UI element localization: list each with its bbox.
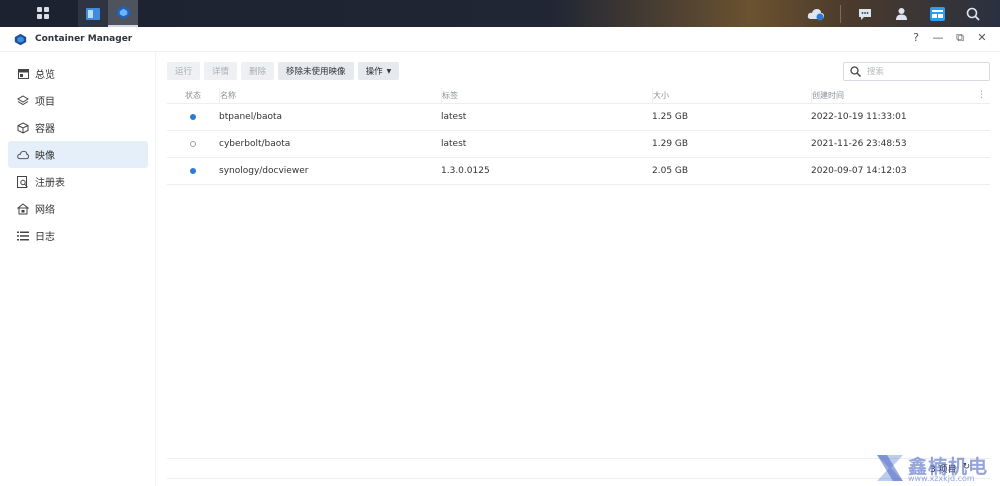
sidebar-item-network[interactable]: 网络 bbox=[8, 195, 148, 222]
search-icon bbox=[966, 7, 980, 21]
watermark-url: www.xzxkjd.com bbox=[908, 474, 975, 483]
user-icon bbox=[895, 8, 907, 20]
overview-icon bbox=[17, 68, 29, 80]
taskbar-app-file-station[interactable] bbox=[78, 0, 108, 27]
messages-button[interactable] bbox=[850, 0, 880, 27]
column-menu-icon[interactable]: ⋮ bbox=[977, 90, 986, 100]
image-size: 1.29 GB bbox=[652, 139, 689, 149]
file-station-icon bbox=[86, 7, 100, 20]
chat-icon bbox=[859, 8, 871, 20]
image-created: 2022-10-19 11:33:01 bbox=[811, 112, 907, 122]
image-size: 2.05 GB bbox=[652, 166, 689, 176]
status-running-icon bbox=[190, 168, 196, 174]
app-title: Container Manager bbox=[35, 34, 133, 44]
table-footer-divider bbox=[167, 458, 990, 459]
toolbar: 运行 详情 删除 移除未使用映像 操作 ▼ bbox=[167, 62, 400, 80]
user-button[interactable] bbox=[886, 0, 916, 27]
taskbar-separator bbox=[840, 4, 841, 23]
delete-button[interactable]: 删除 bbox=[241, 62, 275, 80]
search-input[interactable] bbox=[867, 66, 977, 77]
table-row[interactable]: cyberbolt/baota latest 1.29 GB 2021-11-2… bbox=[167, 131, 990, 158]
window-bottom-divider bbox=[167, 478, 990, 479]
window-titlebar[interactable]: Container Manager ? — ⧉ ✕ bbox=[0, 27, 1000, 52]
sidebar-item-registry[interactable]: 注册表 bbox=[8, 168, 148, 195]
search-taskbar-button[interactable] bbox=[958, 0, 988, 27]
main-menu-button[interactable] bbox=[28, 0, 58, 27]
box-icon bbox=[17, 121, 29, 134]
sidebar-item-containers[interactable]: 容器 bbox=[8, 114, 148, 141]
header-tag[interactable]: 标签 bbox=[441, 87, 652, 104]
action-label: 操作 bbox=[365, 67, 383, 77]
status-cell bbox=[167, 114, 219, 120]
cloud-sync-button[interactable] bbox=[801, 0, 831, 27]
sidebar-item-label: 注册表 bbox=[35, 178, 65, 189]
registry-search-icon bbox=[17, 175, 29, 188]
sidebar-item-label: 总览 bbox=[35, 70, 55, 81]
sidebar-item-label: 网络 bbox=[35, 205, 55, 216]
window-controls: ? — ⧉ ✕ bbox=[910, 31, 988, 45]
search-icon bbox=[850, 66, 861, 77]
header-created[interactable]: 创建时间 bbox=[811, 87, 981, 104]
header-size[interactable]: 大小 bbox=[652, 87, 811, 104]
minimize-button[interactable]: — bbox=[932, 31, 944, 45]
header-status[interactable]: 状态 bbox=[167, 90, 219, 101]
sidebar-item-overview[interactable]: 总览 bbox=[8, 60, 148, 87]
details-button[interactable]: 详情 bbox=[204, 62, 238, 80]
sidebar-item-label: 映像 bbox=[35, 151, 55, 162]
sidebar-item-projects[interactable]: 项目 bbox=[8, 87, 148, 114]
status-cell bbox=[167, 168, 219, 174]
run-button[interactable]: 运行 bbox=[167, 62, 201, 80]
image-tag: latest bbox=[441, 112, 467, 122]
table-header: 状态 名称 标签 大小 创建时间 ⋮ bbox=[167, 87, 990, 104]
widgets-button[interactable] bbox=[922, 0, 952, 27]
search-box[interactable] bbox=[843, 62, 990, 81]
status-running-icon bbox=[190, 114, 196, 120]
table-row[interactable]: synology/docviewer 1.3.0.0125 2.05 GB 20… bbox=[167, 158, 990, 185]
cloud-sync-icon bbox=[807, 8, 824, 20]
remove-unused-images-button[interactable]: 移除未使用映像 bbox=[278, 62, 354, 80]
image-created: 2021-11-26 23:48:53 bbox=[811, 139, 907, 149]
image-name: synology/docviewer bbox=[219, 166, 309, 176]
sidebar-item-label: 容器 bbox=[35, 124, 55, 135]
taskbar-app-container-manager[interactable] bbox=[108, 0, 138, 27]
help-button[interactable]: ? bbox=[910, 31, 922, 45]
table-row[interactable]: btpanel/baota latest 1.25 GB 2022-10-19 … bbox=[167, 104, 990, 131]
taskbar bbox=[0, 0, 1000, 27]
image-name: cyberbolt/baota bbox=[219, 139, 291, 149]
sidebar-item-log[interactable]: 日志 bbox=[8, 222, 148, 249]
header-name[interactable]: 名称 bbox=[219, 87, 441, 104]
restore-button[interactable]: ⧉ bbox=[954, 31, 966, 45]
sidebar-divider bbox=[155, 52, 156, 486]
container-manager-icon bbox=[116, 5, 130, 20]
grid-icon bbox=[36, 7, 49, 19]
list-icon bbox=[17, 230, 29, 242]
layers-icon bbox=[17, 94, 29, 107]
status-cell bbox=[167, 141, 219, 147]
status-stopped-icon bbox=[190, 141, 196, 147]
widgets-icon bbox=[929, 6, 945, 21]
watermark: 鑫楠机电 www.xzxkjd.com bbox=[874, 450, 1000, 486]
watermark-logo-icon bbox=[877, 455, 903, 481]
container-manager-logo-icon bbox=[14, 33, 27, 45]
action-dropdown-button[interactable]: 操作 ▼ bbox=[357, 62, 400, 80]
close-button[interactable]: ✕ bbox=[976, 31, 988, 45]
image-tag: 1.3.0.0125 bbox=[441, 166, 490, 176]
network-house-icon bbox=[17, 202, 29, 215]
caret-down-icon: ▼ bbox=[386, 67, 392, 75]
image-created: 2020-09-07 14:12:03 bbox=[811, 166, 907, 176]
sidebar: 总览 项目 容器 映像 注册表 网络 日志 bbox=[8, 60, 148, 249]
cloud-icon bbox=[17, 149, 29, 161]
image-size: 1.25 GB bbox=[652, 112, 689, 122]
sidebar-item-label: 项目 bbox=[35, 97, 55, 108]
sidebar-item-images[interactable]: 映像 bbox=[8, 141, 148, 168]
image-name: btpanel/baota bbox=[219, 112, 283, 122]
sidebar-item-label: 日志 bbox=[35, 232, 55, 243]
images-table: 状态 名称 标签 大小 创建时间 ⋮ btpanel/baota latest … bbox=[167, 87, 990, 185]
image-tag: latest bbox=[441, 139, 467, 149]
